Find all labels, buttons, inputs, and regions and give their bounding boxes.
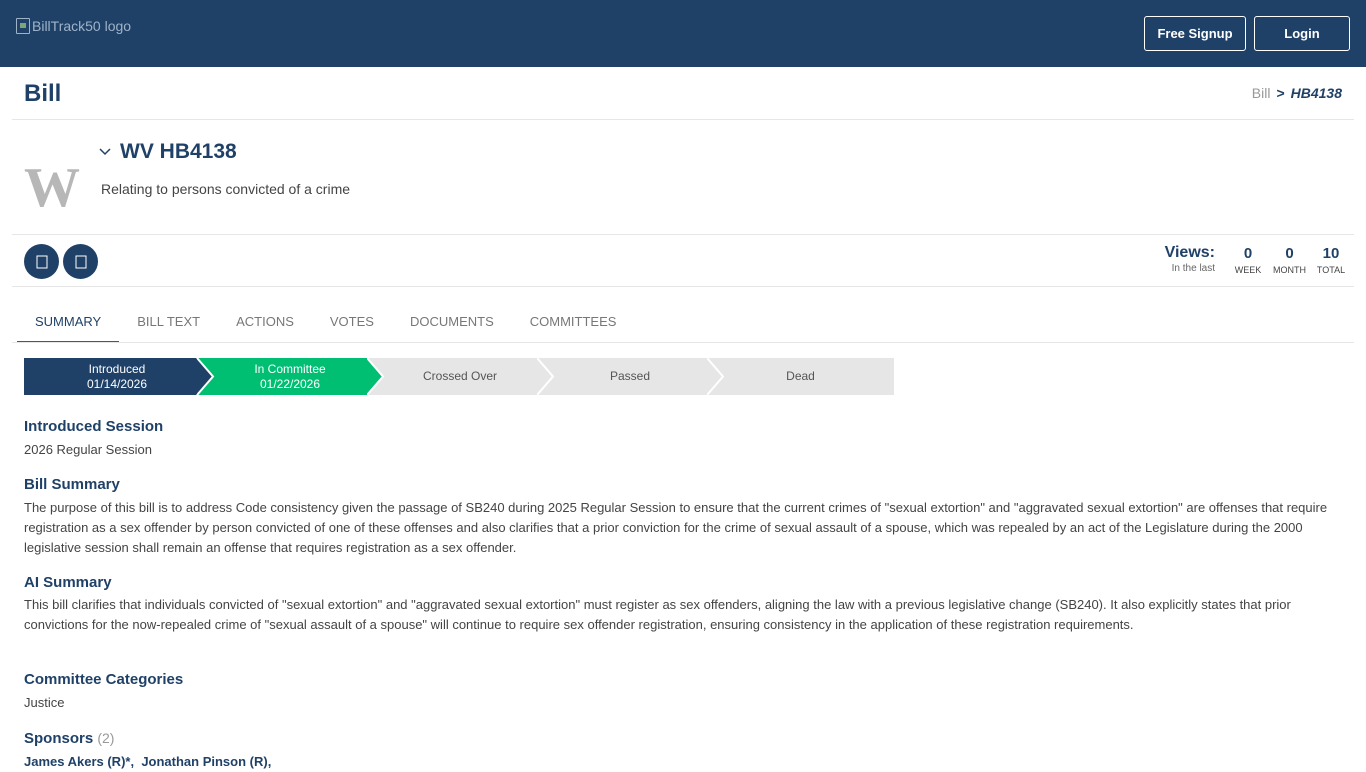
introduced-session-section: Introduced Session 2026 Regular Session (24, 417, 1344, 460)
sponsors-heading: Sponsors (24, 730, 94, 747)
committee-categories-section: Committee Categories Justice (24, 670, 1344, 713)
bill-heading: WV HB4138 (98, 140, 237, 164)
breadcrumb-separator: > (1276, 85, 1285, 101)
tabs-divider (12, 342, 1354, 343)
views-week: 0 WEEK (1233, 244, 1263, 275)
progress-step-crossed-over: Crossed Over (367, 358, 556, 395)
section-heading: Sponsors (2) (24, 728, 1344, 749)
tab-bill-text[interactable]: BILL TEXT (119, 304, 218, 343)
views-title: Views: (1164, 244, 1215, 261)
bill-description: Relating to persons convicted of a crime (101, 181, 351, 197)
step-label: In Committee (254, 361, 326, 376)
broken-image-icon (16, 18, 30, 34)
tab-votes[interactable]: VOTES (312, 304, 392, 343)
sponsor-link[interactable]: Jonathan Pinson (R), (141, 754, 271, 769)
section-text: 2026 Regular Session (24, 442, 152, 457)
bill-summary-section: Bill Summary The purpose of this bill is… (24, 475, 1344, 558)
progress-step-introduced: Introduced 01/14/2026 (24, 358, 213, 395)
section-text: The purpose of this bill is to address C… (24, 500, 1328, 555)
divider (12, 234, 1354, 235)
section-heading: AI Summary (24, 574, 112, 591)
step-label: Introduced (88, 361, 146, 376)
progress-step-in-committee: In Committee 01/22/2026 (197, 358, 386, 395)
sponsors-count: (2) (97, 730, 115, 746)
views-total: 10 TOTAL (1316, 244, 1346, 275)
logo-alt-text: BillTrack50 logo (32, 18, 132, 34)
chevron-down-icon[interactable] (98, 145, 112, 159)
share-icon (75, 255, 86, 268)
breadcrumb: Bill > HB4138 (1252, 85, 1342, 101)
divider (12, 119, 1354, 120)
divider (12, 286, 1354, 287)
step-date: 01/14/2026 (86, 376, 148, 391)
bill-tabs: SUMMARY BILL TEXT ACTIONS VOTES DOCUMENT… (17, 304, 634, 343)
views-stats: Views: In the last 0 WEEK 0 MONTH 10 TOT… (1165, 244, 1346, 275)
progress-step-dead: Dead (707, 358, 894, 395)
progress-step-passed: Passed (537, 358, 726, 395)
site-logo[interactable]: BillTrack50 logo (16, 18, 131, 34)
section-heading: Committee Categories (24, 671, 184, 688)
breadcrumb-root[interactable]: Bill (1252, 85, 1271, 101)
section-heading: Bill Summary (24, 476, 120, 493)
step-label: Dead (786, 369, 815, 383)
views-sublabel: In the last (1171, 263, 1215, 274)
views-month-label: MONTH (1273, 265, 1306, 275)
tab-summary[interactable]: SUMMARY (17, 304, 120, 343)
login-button[interactable]: Login (1254, 16, 1350, 51)
views-label: Views: In the last (1165, 244, 1215, 274)
page-title: Bill (24, 80, 62, 107)
views-week-count: 0 (1243, 245, 1253, 262)
sponsors-section: Sponsors (2) James Akers (R)*, Jonathan … (24, 728, 1344, 772)
bill-id: WV HB4138 (120, 140, 237, 163)
step-date: 01/22/2026 (259, 376, 321, 391)
views-week-label: WEEK (1234, 265, 1262, 275)
tab-documents[interactable]: DOCUMENTS (392, 304, 512, 343)
bookmark-icon (36, 255, 47, 268)
tab-committees[interactable]: COMMITTEES (512, 304, 635, 343)
step-label: Crossed Over (422, 369, 498, 383)
section-text: This bill clarifies that individuals con… (24, 597, 1291, 632)
track-bill-button[interactable] (24, 244, 59, 279)
views-total-label: TOTAL (1316, 265, 1346, 275)
tab-actions[interactable]: ACTIONS (218, 304, 312, 343)
top-navbar: BillTrack50 logo Free Signup Login (0, 0, 1366, 67)
section-heading: Introduced Session (24, 418, 164, 435)
step-label: Passed (609, 369, 651, 383)
views-month: 0 MONTH (1273, 244, 1306, 275)
sponsor-link[interactable]: James Akers (R)*, (24, 754, 134, 769)
views-month-count: 0 (1285, 245, 1294, 262)
ai-summary-section: AI Summary This bill clarifies that indi… (24, 573, 1344, 635)
bill-progress-tracker: Introduced 01/14/2026 In Committee 01/22… (24, 358, 894, 395)
share-bill-button[interactable] (63, 244, 98, 279)
views-total-count: 10 (1322, 245, 1340, 262)
state-logo: W (24, 157, 80, 219)
section-text: Justice (24, 695, 65, 710)
breadcrumb-current: HB4138 (1290, 85, 1342, 101)
free-signup-button[interactable]: Free Signup (1144, 16, 1246, 51)
